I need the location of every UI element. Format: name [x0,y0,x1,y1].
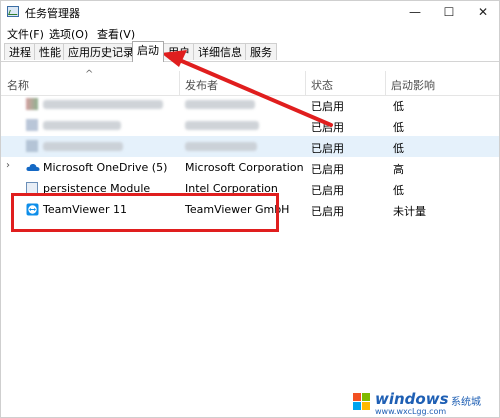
tab-startup[interactable]: 启动 [132,41,164,62]
task-manager-window: 任务管理器 — ☐ ✕ 文件(F) 选项(O) 查看(V) 进程 性能 应用历史… [0,0,500,418]
watermark-sub: 系统城 [451,397,481,408]
red-arrow-annotation [161,50,333,127]
windows-logo-icon [353,393,371,411]
watermark-logo: windows 系统城 www.wxcLgg.com [353,389,499,417]
watermark-url: www.wxcLgg.com [375,407,447,416]
watermark-brand: windows [375,390,449,408]
